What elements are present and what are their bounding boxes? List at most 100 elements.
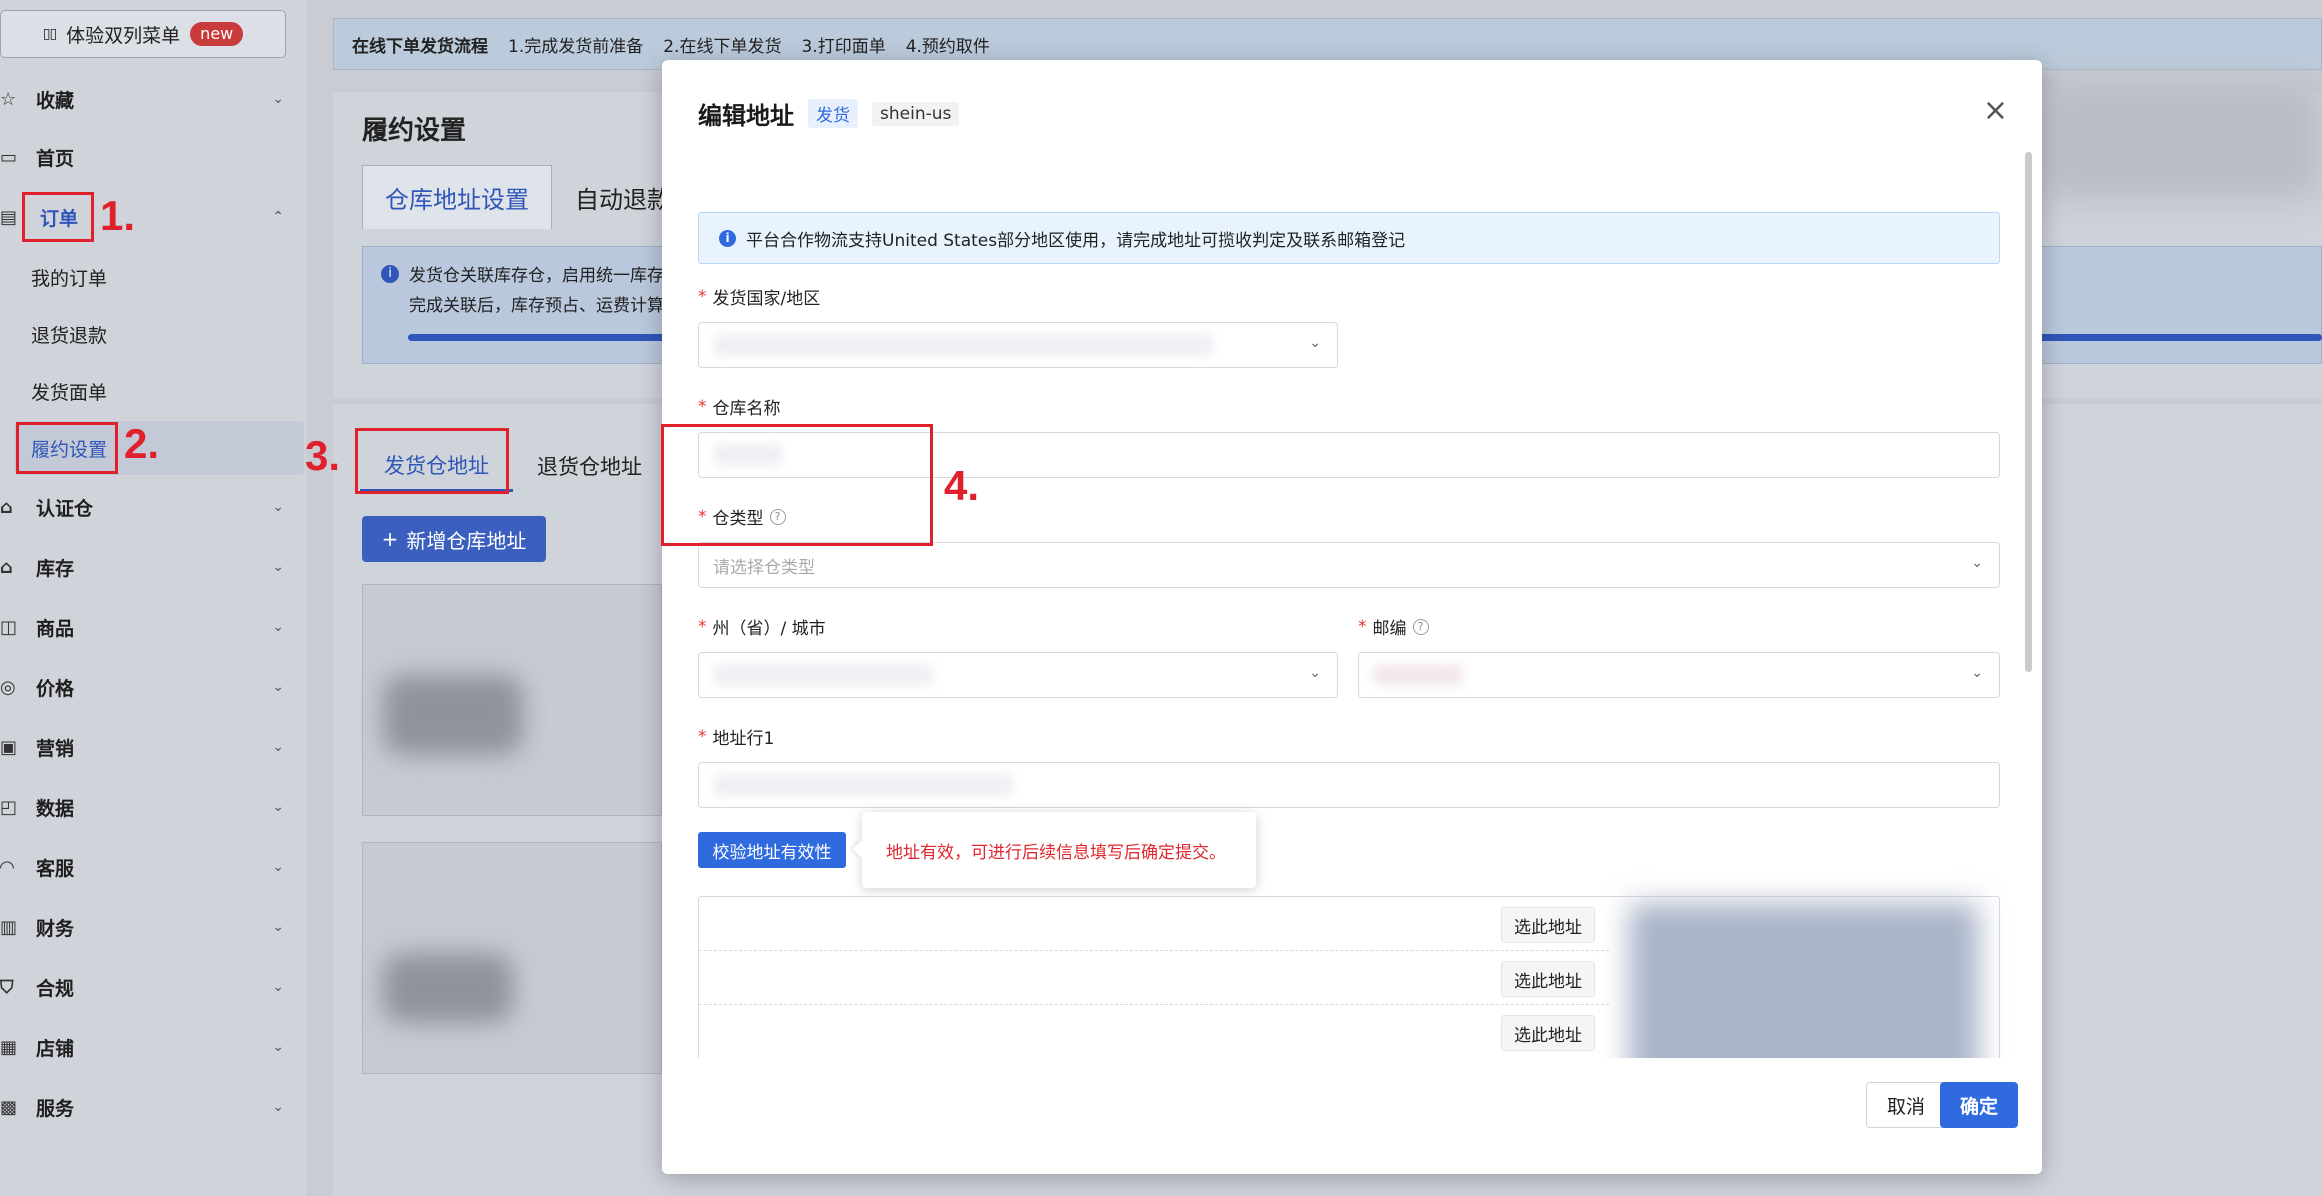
annotation-box-2: [16, 422, 118, 474]
pick-address-button[interactable]: 选此地址: [1501, 1015, 1595, 1051]
nav-inventory[interactable]: ⌂ 库存 ⌄: [0, 538, 300, 596]
address1-input[interactable]: [698, 762, 2000, 808]
annotation-1: 1.: [100, 192, 136, 239]
nav-finance[interactable]: ▥ 财务 ⌄: [0, 898, 300, 956]
chevron-down-icon: ⌄: [1309, 665, 1321, 681]
blurred-content: [383, 675, 523, 755]
tab-return-address[interactable]: 退货仓地址: [537, 440, 642, 492]
page-title: 履约设置: [362, 116, 467, 146]
step-3[interactable]: 3.打印面单: [801, 32, 885, 57]
warehouse-type-select[interactable]: 请选择仓类型 ⌄: [698, 542, 2000, 588]
modal-scrollbar[interactable]: [2025, 152, 2032, 672]
info-icon: i: [719, 229, 736, 247]
ship-tag: 发货: [808, 99, 858, 128]
zip-label: * 邮编?: [1358, 614, 1429, 639]
info-icon: i: [381, 265, 399, 283]
step-1[interactable]: 1.完成发货前准备: [508, 32, 643, 57]
plus-icon: +: [381, 527, 399, 551]
dual-menu-label: 体验双列菜单: [66, 24, 181, 47]
validation-result-popover: 地址有效，可进行后续信息填写后确定提交。: [862, 812, 1256, 888]
nav-favorites[interactable]: ☆ 收藏 ⌄: [0, 70, 300, 128]
nav-label: 收藏: [36, 89, 75, 112]
annotation-box-3: [355, 428, 509, 494]
order-icon: ▤: [0, 206, 18, 228]
confirm-button[interactable]: 确定: [1940, 1082, 2018, 1128]
sub-my-orders[interactable]: 我的订单: [31, 250, 107, 304]
validate-address-button[interactable]: 校验地址有效性: [698, 832, 846, 868]
nav-label: 合规: [36, 977, 75, 1000]
step-2[interactable]: 2.在线下单发货: [663, 32, 781, 57]
blurred-content: [383, 953, 513, 1023]
nav-marketing[interactable]: ▣ 营销 ⌄: [0, 718, 300, 776]
country-select[interactable]: ⌄: [698, 322, 1338, 368]
nav-label: 服务: [36, 1097, 75, 1120]
chevron-down-icon: ⌄: [272, 1099, 284, 1115]
nav-label: 店铺: [36, 1037, 75, 1060]
label-text: 发货国家/地区: [712, 289, 821, 309]
address-card[interactable]: [362, 584, 662, 816]
zip-select[interactable]: ⌄: [1358, 652, 2000, 698]
sub-returns[interactable]: 退货退款: [31, 307, 107, 361]
sub-labels[interactable]: 发货面单: [31, 364, 107, 418]
list-item: 选此地址: [699, 897, 1609, 951]
blurred-value: [1373, 664, 1463, 686]
annotation-3: 3.: [305, 432, 341, 479]
nav-store[interactable]: ▦ 店铺 ⌄: [0, 1018, 300, 1076]
close-icon[interactable]: ×: [1983, 96, 2008, 126]
pick-address-button[interactable]: 选此地址: [1501, 907, 1595, 943]
chevron-down-icon: ⌄: [272, 799, 284, 815]
wallet-icon: ▥: [0, 916, 18, 938]
tab-warehouse-address[interactable]: 仓库地址设置: [362, 165, 552, 229]
chevron-down-icon: ⌄: [1309, 335, 1321, 351]
nav-compliance[interactable]: ⛉ 合规 ⌄: [0, 958, 300, 1016]
nav-label: 价格: [36, 677, 75, 700]
dual-menu-toggle[interactable]: ▯▯ 体验双列菜单 new: [0, 10, 286, 58]
blurred-value: [713, 774, 1013, 796]
chevron-down-icon: ⌄: [272, 919, 284, 935]
headset-icon: ◠: [0, 856, 14, 878]
step-4[interactable]: 4.预约取件: [906, 32, 990, 57]
notice-banner: i 平台合作物流支持United States部分地区使用，请完成地址可揽收判定…: [698, 212, 2000, 264]
store-icon: ▦: [0, 1036, 18, 1058]
pick-address-button[interactable]: 选此地址: [1501, 961, 1595, 997]
label-text: 邮编: [1372, 619, 1407, 639]
chevron-up-icon: ⌃: [272, 209, 284, 225]
label-text: 仓库名称: [712, 399, 781, 419]
cancel-button[interactable]: 取消: [1866, 1082, 1946, 1128]
nav-label: 数据: [36, 797, 75, 820]
annotation-box-1: [22, 192, 94, 242]
label-text: 州（省）/ 城市: [712, 619, 826, 639]
edit-address-modal: 编辑地址 发货 shein-us × i 平台合作物流支持United Stat…: [662, 60, 2042, 1174]
map-preview: [1629, 903, 1979, 1058]
house-icon: ⌂: [0, 556, 13, 578]
monitor-icon: ▭: [0, 146, 18, 168]
nav-customer-service[interactable]: ◠ 客服 ⌄: [0, 838, 300, 896]
service-icon: ▩: [0, 1096, 18, 1118]
chevron-down-icon: ⌄: [1971, 665, 1983, 681]
nav-label: 首页: [36, 147, 75, 170]
nav-data[interactable]: ◰ 数据 ⌄: [0, 778, 300, 836]
chevron-down-icon: ⌄: [1971, 555, 1983, 571]
add-warehouse-button[interactable]: + 新增仓库地址: [362, 516, 546, 562]
nav-label: 客服: [36, 857, 75, 880]
notice-text: 平台合作物流支持United States部分地区使用，请完成地址可揽收判定及联…: [746, 230, 1406, 251]
chevron-down-icon: ⌄: [272, 739, 284, 755]
blurred-value: [713, 664, 933, 686]
grid-icon: ▯▯: [42, 26, 57, 42]
coin-icon: ◎: [0, 676, 16, 698]
country-label: * 发货国家/地区: [698, 284, 821, 310]
nav-home[interactable]: ▭ 首页: [0, 128, 300, 186]
nav-products[interactable]: ◫ 商品 ⌄: [0, 598, 300, 656]
nav-price[interactable]: ◎ 价格 ⌄: [0, 658, 300, 716]
nav-certified-warehouse[interactable]: ⌂ 认证仓 ⌄: [0, 478, 300, 536]
blurred-value: [713, 334, 1213, 356]
address-candidates: 选此地址 选此地址 选此地址 选此地址: [698, 896, 2000, 1058]
modal-title-text: 编辑地址: [698, 102, 794, 130]
blurred-region: [2040, 80, 2322, 200]
help-icon[interactable]: ?: [1412, 618, 1429, 635]
chevron-down-icon: ⌄: [272, 859, 284, 875]
nav-service[interactable]: ▩ 服务 ⌄: [0, 1078, 300, 1136]
address-card[interactable]: [362, 842, 662, 1074]
state-city-select[interactable]: ⌄: [698, 652, 1338, 698]
tab-auto-refund[interactable]: 自动退款: [575, 165, 671, 229]
